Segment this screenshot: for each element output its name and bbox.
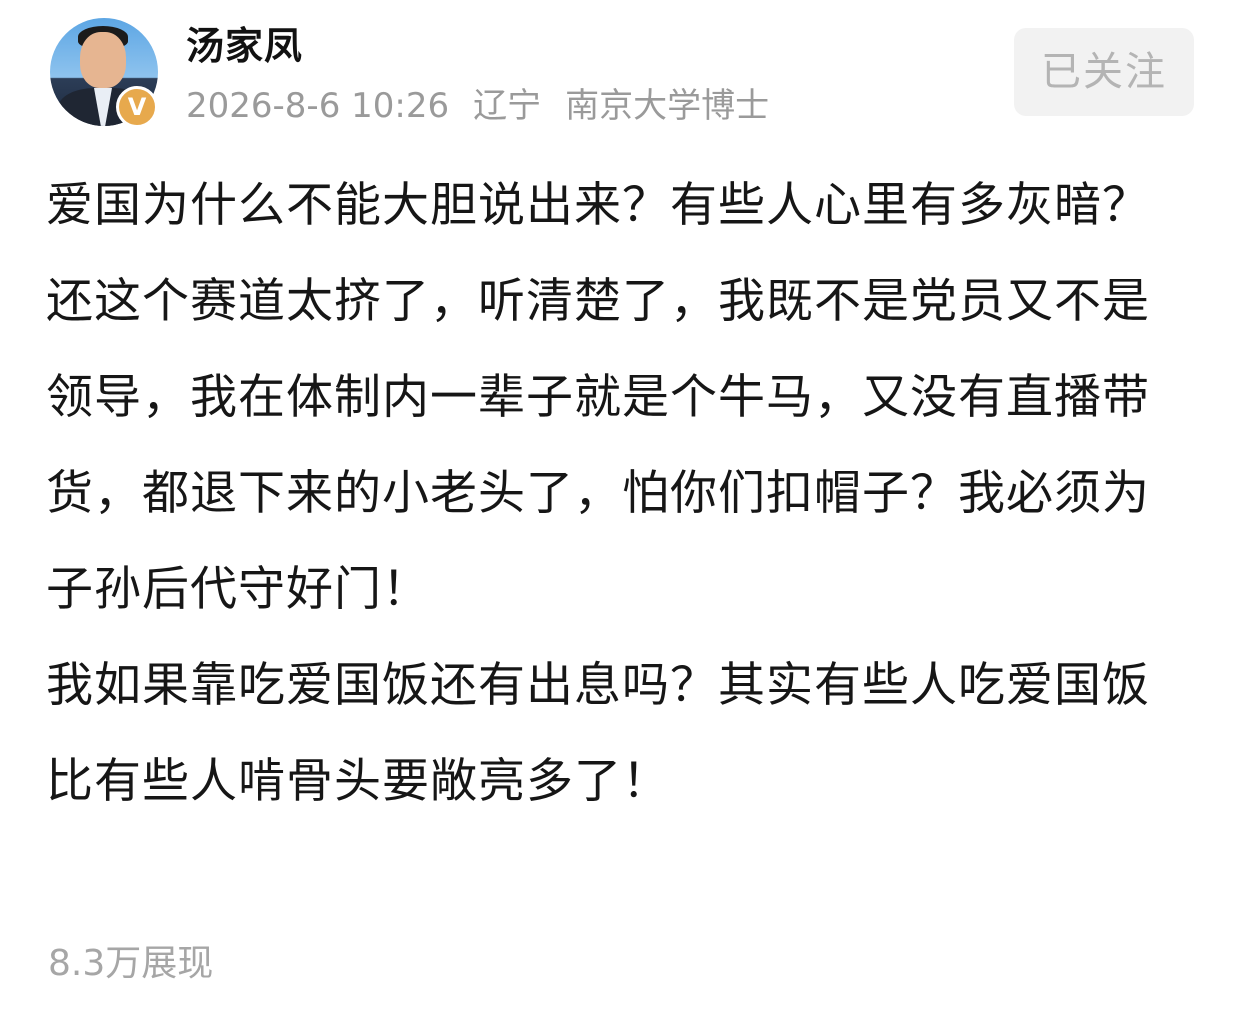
post-meta: 2026-8-6 10:26 辽宁 南京大学博士 (186, 82, 793, 130)
post-paragraph: 爱国为什么不能大胆说出来？有些人心里有多灰暗？ (46, 178, 1150, 233)
follow-button[interactable]: 已关注 (1014, 28, 1194, 116)
post-date: 2026-8-6 10:26 (186, 86, 450, 126)
avatar-face (80, 32, 126, 88)
view-count: 8.3万展现 (48, 943, 214, 984)
post-paragraph: 我如果靠吃爱国饭还有出息吗？其实有些人吃爱国饭比有些人啃骨头要敞亮多了！ (46, 658, 1150, 809)
post-paragraph: 还这个赛道太挤了，听清楚了，我既不是党员又不是领导，我在体制内一辈子就是个牛马，… (46, 274, 1150, 617)
post-location: 辽宁 (473, 86, 542, 126)
author-title: 南京大学博士 (565, 86, 770, 126)
post-card: V 汤家凤 2026-8-6 10:26 辽宁 南京大学博士 已关注 爱国为什么不能… (0, 0, 1242, 1020)
post-content: 爱国为什么不能大胆说出来？有些人心里有多灰暗？ 还这个赛道太挤了，听清楚了，我既… (46, 158, 1196, 830)
verified-badge-icon: V (116, 86, 158, 128)
username[interactable]: 汤家凤 (186, 18, 303, 74)
